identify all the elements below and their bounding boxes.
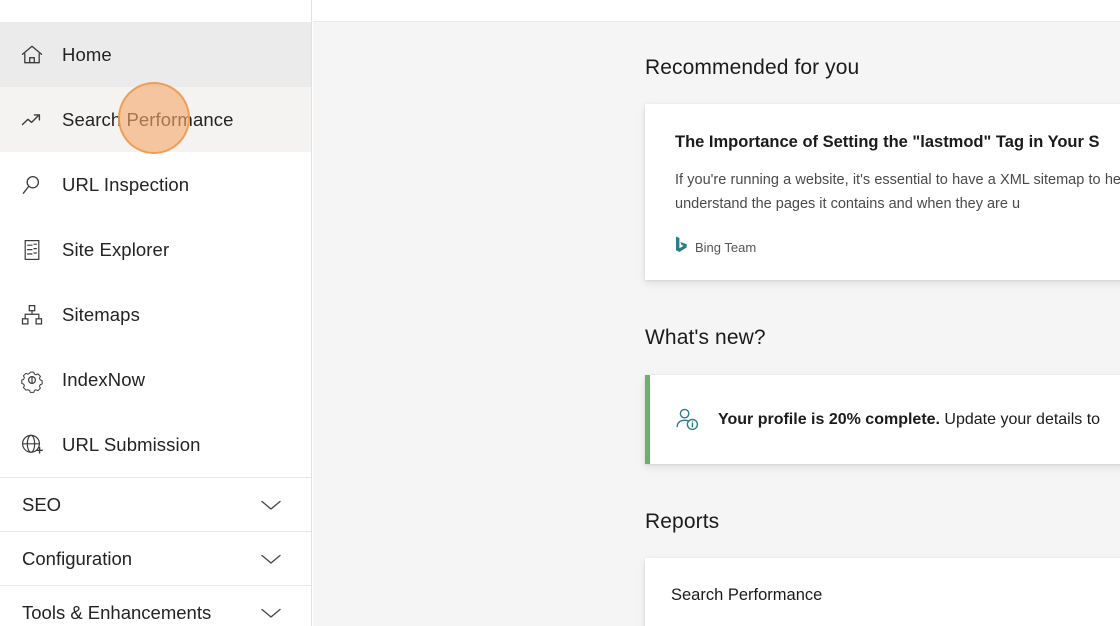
sidebar-group-configuration[interactable]: Configuration — [0, 532, 311, 586]
document-list-icon — [16, 234, 48, 266]
sidebar-item-label: Search Performance — [62, 108, 234, 130]
bing-logo-icon — [675, 236, 688, 258]
reports-section: Reports Search Performance — [645, 464, 1120, 626]
home-icon — [16, 39, 48, 71]
sidebar-item-label: IndexNow — [62, 368, 146, 390]
whats-new-section: What's new? Your profile is 20% complete… — [645, 280, 1120, 465]
recommended-section: Recommended for you The Importance of Se… — [645, 22, 1120, 281]
sidebar-item-label: Site Explorer — [62, 238, 170, 260]
magnifier-icon — [16, 169, 48, 201]
globe-plus-icon — [16, 429, 48, 461]
sidebar-item-label: Sitemaps — [62, 303, 140, 325]
sidebar-group-tools-enhancements[interactable]: Tools & Enhancements — [0, 586, 311, 626]
trending-up-icon — [16, 104, 48, 136]
whats-new-heading: What's new? — [645, 326, 766, 350]
app-root: Home Search Performance URL Inspection S… — [0, 0, 1120, 626]
reports-card: Search Performance — [645, 558, 1120, 626]
recommended-card-footer: Bing Team — [675, 236, 1120, 258]
sidebar-group-label: Tools & Enhancements — [22, 601, 212, 623]
sidebar-item-search-performance[interactable]: Search Performance — [0, 87, 311, 152]
recommended-card-body: If you're running a website, it's essent… — [675, 172, 1120, 212]
reports-heading: Reports — [645, 510, 720, 534]
sidebar-group-label: Configuration — [22, 547, 133, 569]
profile-info-icon — [674, 406, 702, 434]
whats-new-banner[interactable]: Your profile is 20% complete. Update you… — [645, 375, 1120, 465]
sidebar-item-indexnow[interactable]: IndexNow — [0, 347, 311, 412]
sidebar-item-label: Home — [62, 43, 112, 65]
whats-new-rest-text: Update your details to — [939, 410, 1101, 428]
whats-new-text: Your profile is 20% complete. Update you… — [718, 411, 1100, 429]
gear-icon — [16, 364, 48, 396]
recommended-card-title: The Importance of Setting the "lastmod" … — [675, 133, 1100, 151]
sidebar-group-label: SEO — [22, 493, 62, 515]
sidebar-item-sitemaps[interactable]: Sitemaps — [0, 282, 311, 347]
sidebar-group-seo[interactable]: SEO — [0, 478, 311, 532]
sidebar-item-url-inspection[interactable]: URL Inspection — [0, 152, 311, 217]
main-content: Recommended for you The Importance of Se… — [313, 0, 1120, 626]
sidebar: Home Search Performance URL Inspection S… — [0, 0, 312, 626]
chevron-down-icon — [259, 552, 283, 566]
chevron-down-icon — [259, 606, 283, 620]
sidebar-top-spacer — [0, 0, 311, 22]
recommended-heading: Recommended for you — [645, 56, 860, 79]
sidebar-item-url-submission[interactable]: URL Submission — [0, 412, 311, 477]
whats-new-bold-text: Your profile is 20% complete. — [718, 410, 940, 428]
chevron-down-icon — [259, 498, 283, 512]
report-item-search-performance[interactable]: Search Performance — [671, 586, 1120, 605]
sidebar-item-site-explorer[interactable]: Site Explorer — [0, 217, 311, 282]
sidebar-item-label: URL Inspection — [62, 173, 190, 195]
recommended-card[interactable]: The Importance of Setting the "lastmod" … — [645, 104, 1120, 281]
sidebar-item-label: URL Submission — [62, 433, 201, 455]
sidebar-item-home[interactable]: Home — [0, 22, 311, 87]
main-top-strip — [313, 0, 1120, 22]
content-column: Recommended for you The Importance of Se… — [645, 22, 1120, 626]
recommended-card-author: Bing Team — [695, 239, 757, 255]
hierarchy-icon — [16, 299, 48, 331]
